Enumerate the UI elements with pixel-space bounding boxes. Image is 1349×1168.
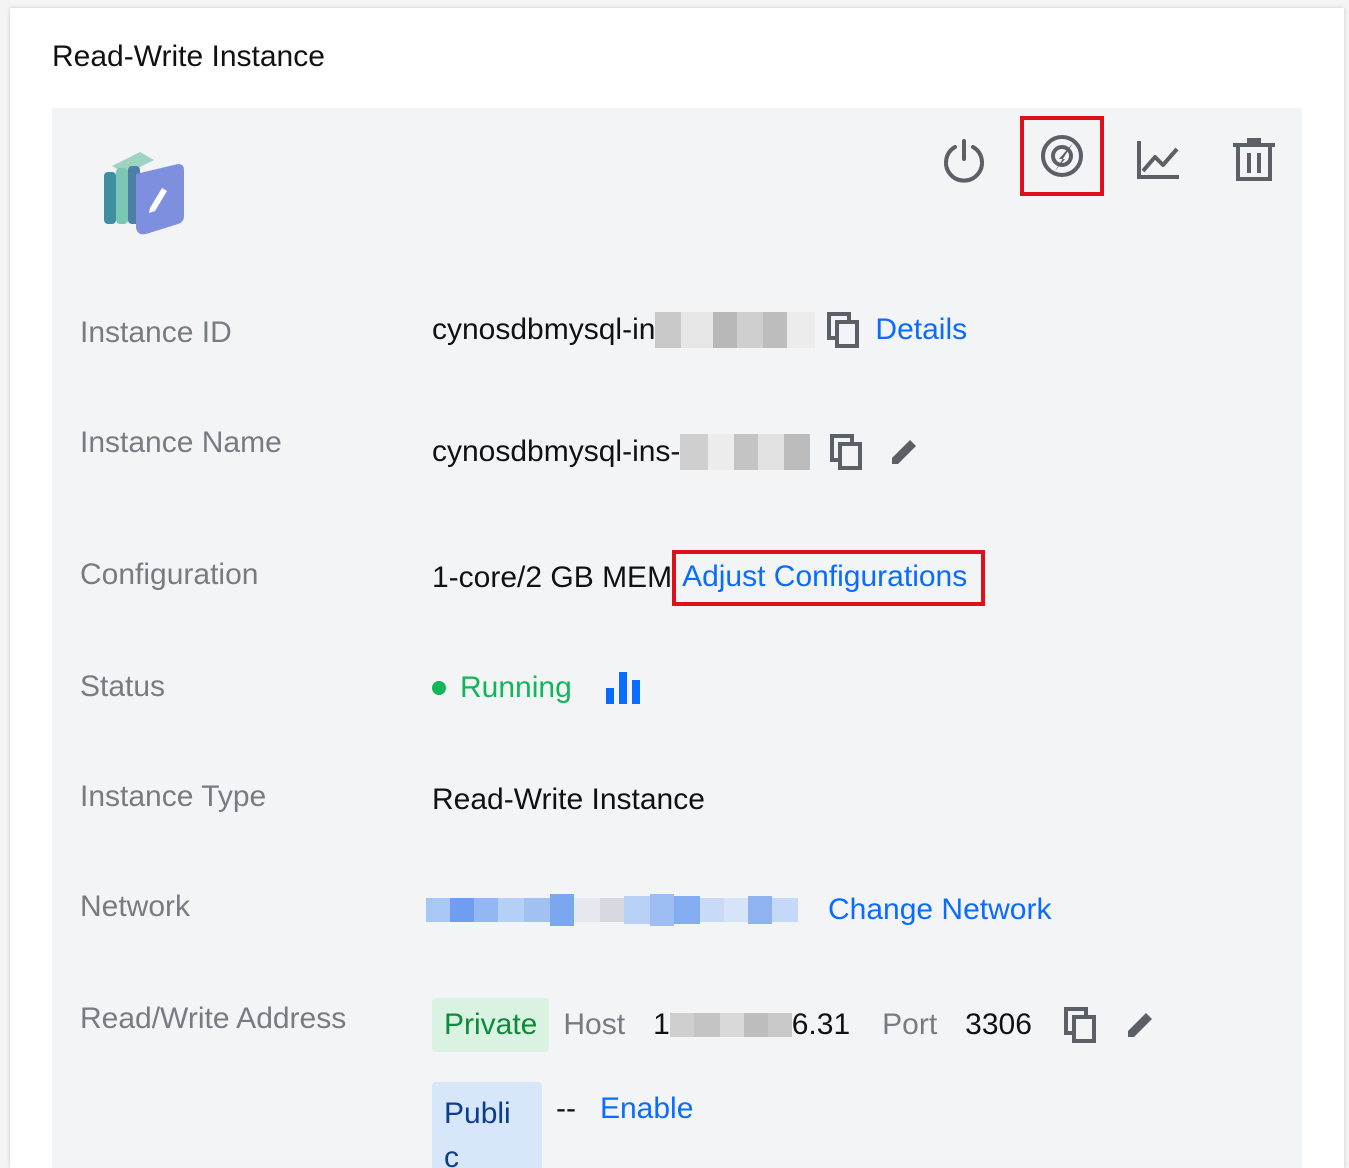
host-value-prefix: 1 xyxy=(653,1008,670,1041)
line-chart-icon xyxy=(1137,141,1179,179)
private-address-row: Private Host 1 6.31 Port 3306 xyxy=(432,994,1158,1056)
instance-name-row: cynosdbmysql-ins- xyxy=(432,430,922,474)
speed-upgrade-icon xyxy=(1041,135,1083,177)
instance-id-row: cynosdbmysql-in Details xyxy=(432,308,967,352)
masked-text xyxy=(655,312,816,348)
instance-type-label: Instance Type xyxy=(80,780,267,813)
network-row: Change Network xyxy=(426,888,1051,932)
status-value: Running xyxy=(460,671,572,704)
masked-network xyxy=(426,894,798,926)
change-network-link[interactable]: Change Network xyxy=(828,893,1051,927)
monitor-button[interactable] xyxy=(1116,120,1200,200)
status-label: Status xyxy=(80,670,166,703)
instance-card: Instance ID cynosdbmysql-in Details Inst… xyxy=(52,108,1302,1168)
address-label: Read/Write Address xyxy=(80,1002,347,1035)
instance-type-value: Read-Write Instance xyxy=(432,783,705,816)
speed-upgrade-button[interactable] xyxy=(1020,116,1104,196)
configuration-value: 1-core/2 GB MEM xyxy=(432,561,673,594)
instance-id-label: Instance ID xyxy=(80,316,232,349)
masked-host xyxy=(669,1010,792,1040)
public-address-row: Publi c -- Enable xyxy=(432,1082,693,1168)
configuration-label: Configuration xyxy=(80,558,259,591)
enable-link[interactable]: Enable xyxy=(600,1092,693,1126)
copy-icon[interactable] xyxy=(830,434,864,470)
panel-title: Read-Write Instance xyxy=(52,40,325,73)
adjust-configurations-link[interactable]: Adjust Configurations xyxy=(672,550,986,606)
port-label: Port xyxy=(882,1008,938,1041)
power-button[interactable] xyxy=(922,120,1006,200)
masked-text xyxy=(680,434,811,470)
status-row: Running xyxy=(432,666,644,710)
details-link[interactable]: Details xyxy=(875,313,967,347)
configuration-row: 1-core/2 GB MEM Adjust Configurations xyxy=(432,548,986,608)
instance-logo-icon xyxy=(104,152,184,235)
network-label: Network xyxy=(80,890,191,923)
power-icon xyxy=(944,139,984,183)
instance-name-label: Instance Name xyxy=(80,426,282,459)
bar-chart-icon[interactable] xyxy=(604,670,644,706)
instance-name-value: cynosdbmysql-ins- xyxy=(432,435,681,468)
copy-icon[interactable] xyxy=(1063,1007,1098,1043)
instance-id-value: cynosdbmysql-in xyxy=(432,313,656,346)
public-value: -- xyxy=(556,1092,576,1125)
edit-icon[interactable] xyxy=(886,434,922,470)
port-value: 3306 xyxy=(965,1008,1032,1041)
private-tag: Private xyxy=(432,998,550,1052)
host-label: Host xyxy=(563,1008,626,1041)
trash-icon xyxy=(1233,138,1275,181)
status-dot xyxy=(432,681,446,695)
copy-icon[interactable] xyxy=(827,312,861,348)
host-value-suffix: 6.31 xyxy=(791,1008,851,1041)
public-tag: Publi c xyxy=(432,1082,542,1168)
delete-button[interactable] xyxy=(1212,120,1296,200)
read-write-instance-panel: Read-Write Instance Instance ID cynosdbm… xyxy=(10,8,1344,1168)
edit-icon[interactable] xyxy=(1122,1007,1158,1043)
